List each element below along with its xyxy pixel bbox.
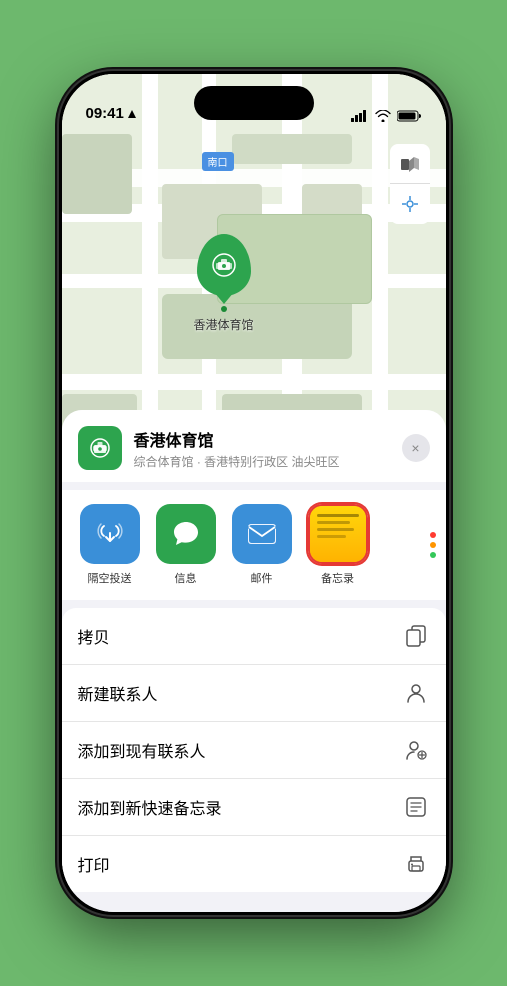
map-controls [390, 144, 430, 224]
action-list: 拷贝 新建联系人 [62, 608, 446, 892]
print-icon [402, 850, 430, 878]
messages-label: 信息 [175, 570, 197, 586]
share-item-notes[interactable]: 备忘录 [306, 504, 370, 586]
map-type-button[interactable] [390, 144, 430, 184]
dynamic-island [194, 86, 314, 120]
action-quick-note[interactable]: 添加到新快速备忘录 [62, 779, 446, 836]
battery-icon [397, 110, 422, 122]
map-label: 南口 [202, 152, 234, 171]
status-time: 09:41 [86, 105, 137, 122]
venue-icon [78, 426, 122, 470]
messages-icon [156, 504, 216, 564]
airdrop-label: 隔空投送 [88, 570, 132, 586]
mail-icon [232, 504, 292, 564]
person-add-icon [402, 736, 430, 764]
location-button[interactable] [390, 184, 430, 224]
status-icons [351, 110, 422, 122]
venue-subtitle: 综合体育馆 · 香港特别行政区 油尖旺区 [134, 453, 402, 470]
bottom-sheet: 香港体育馆 综合体育馆 · 香港特别行政区 油尖旺区 × [62, 410, 446, 912]
copy-icon [402, 622, 430, 650]
action-new-contact[interactable]: 新建联系人 [62, 665, 446, 722]
mail-label: 邮件 [251, 570, 273, 586]
share-row: 隔空投送 信息 [62, 490, 446, 600]
share-item-messages[interactable]: 信息 [154, 504, 218, 586]
note-icon [402, 793, 430, 821]
share-item-airdrop[interactable]: 隔空投送 [78, 504, 142, 586]
person-icon [402, 679, 430, 707]
marker-dot [221, 306, 227, 312]
marker-pin [197, 234, 251, 296]
airdrop-icon [80, 504, 140, 564]
share-more-indicator [406, 490, 446, 600]
venue-info: 香港体育馆 综合体育馆 · 香港特别行政区 油尖旺区 [134, 427, 402, 470]
share-item-mail[interactable]: 邮件 [230, 504, 294, 586]
notes-label: 备忘录 [321, 570, 354, 586]
venue-marker[interactable]: 香港体育馆 [194, 234, 254, 333]
notes-icon [308, 504, 368, 564]
close-button[interactable]: × [402, 434, 430, 462]
action-copy[interactable]: 拷贝 [62, 608, 446, 665]
action-add-existing[interactable]: 添加到现有联系人 [62, 722, 446, 779]
sheet-header: 香港体育馆 综合体育馆 · 香港特别行政区 油尖旺区 × [62, 410, 446, 482]
signal-icon [351, 110, 369, 122]
marker-label: 香港体育馆 [194, 316, 254, 333]
wifi-icon [375, 110, 391, 122]
action-print[interactable]: 打印 [62, 836, 446, 892]
venue-name: 香港体育馆 [134, 427, 402, 451]
